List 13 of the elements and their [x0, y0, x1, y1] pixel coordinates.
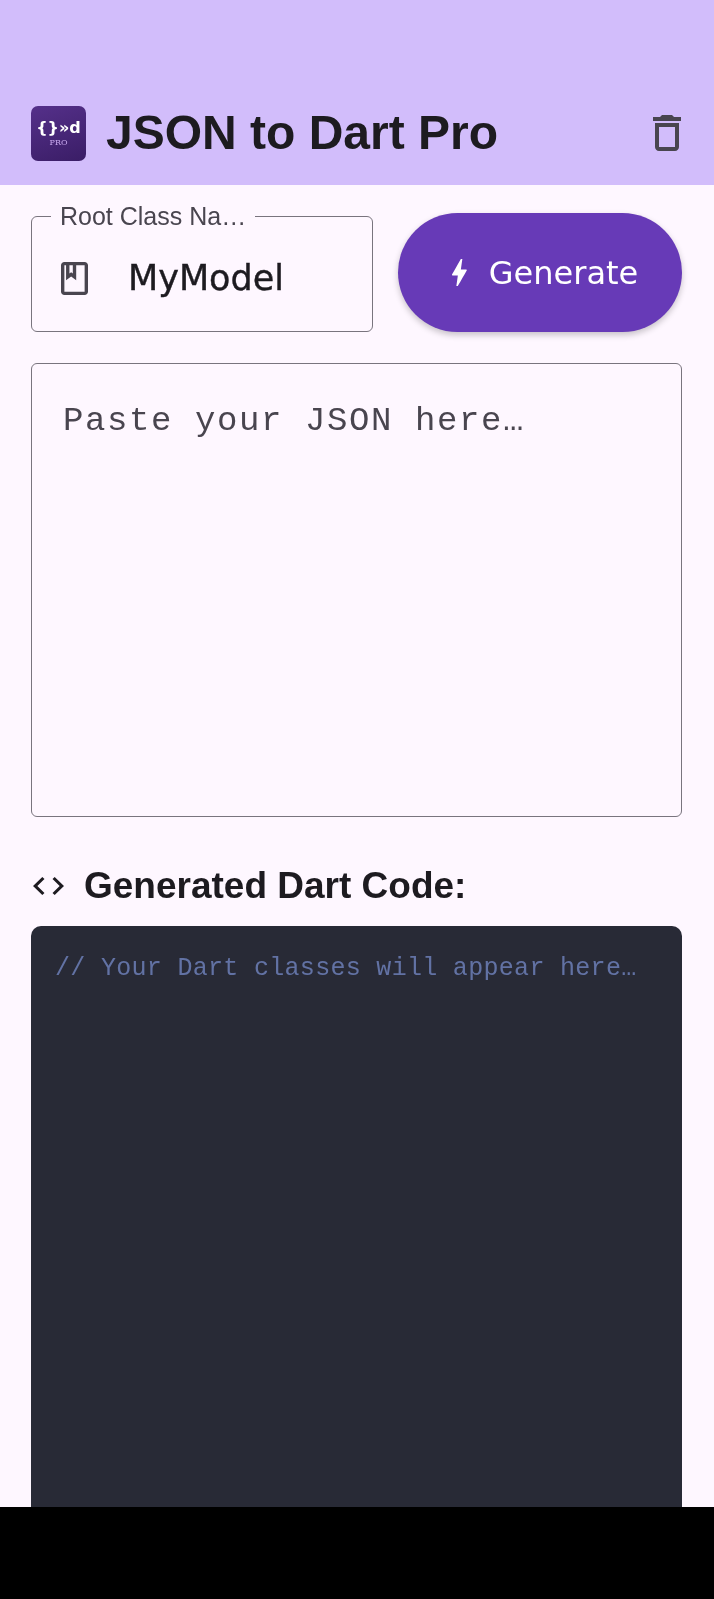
book-icon — [61, 261, 88, 295]
section-heading: Generated Dart Code: — [84, 864, 467, 908]
class-name-field[interactable]: Root Class Na… MyModel — [31, 203, 373, 332]
code-icon — [33, 877, 64, 895]
app-title: JSON to Dart Pro — [106, 106, 500, 160]
trash-icon[interactable] — [653, 115, 681, 151]
logo-mark: {}»d — [36, 119, 81, 137]
json-input-field[interactable]: Paste your JSON here… — [31, 363, 682, 817]
field-label: Root Class Na… — [59, 203, 248, 229]
logo-caption: PRO — [49, 138, 68, 147]
generate-button[interactable]: Generate — [398, 213, 682, 332]
bolt-icon — [451, 259, 467, 286]
code-comment: // Your Dart classes will appear here… — [55, 954, 637, 984]
